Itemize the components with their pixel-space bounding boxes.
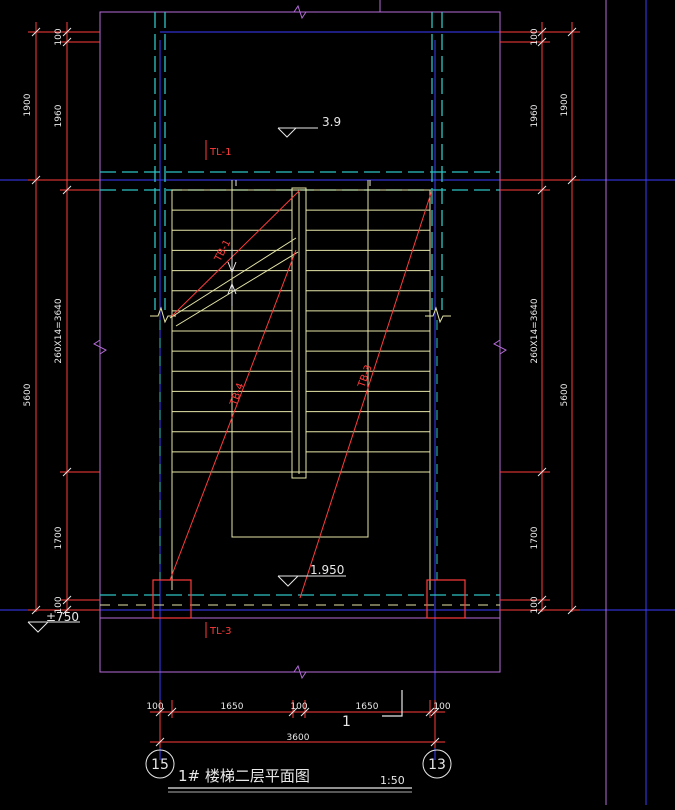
break-marks bbox=[93, 4, 507, 680]
dim-right-outer-total: 1900 bbox=[560, 93, 570, 116]
level-bottom-triangle bbox=[27, 621, 49, 633]
grid-bubble-right-label: 13 bbox=[428, 757, 446, 773]
stair-treads bbox=[172, 209, 430, 453]
level-top-triangle bbox=[277, 127, 297, 138]
dims-left-ticks bbox=[31, 27, 72, 615]
level-top-value: 3.9 bbox=[322, 115, 341, 129]
grid-bubble-right: 13 bbox=[422, 749, 452, 779]
cut-line-b bbox=[175, 251, 299, 327]
dim-left-inner-b: 1960 bbox=[54, 104, 64, 127]
section-mark-label: 1 bbox=[342, 714, 351, 730]
drawing-scale: 1:50 bbox=[380, 774, 405, 787]
break-symbol-right bbox=[425, 306, 451, 324]
dim-bottom-total: 3600 bbox=[287, 733, 310, 743]
level-mid-triangle bbox=[277, 575, 299, 587]
beam-tag-top-label: TL-1 bbox=[209, 147, 231, 158]
landing-outline bbox=[231, 472, 369, 538]
dim-right-inner-e: 100 bbox=[530, 596, 540, 613]
dim-bottom-seg-2: 1650 bbox=[221, 702, 244, 712]
columns bbox=[152, 579, 466, 619]
flight-line-upper bbox=[171, 189, 301, 317]
stair-plan-drawing: TB-1 TB-4 TB-3 TL-1 TL-3 3.9 1.950 ±750 bbox=[0, 0, 675, 805]
dim-left-outer-total: 1900 bbox=[23, 93, 33, 116]
dim-left-inner-a: 100 bbox=[54, 28, 64, 45]
level-mid-value: 1.950 bbox=[310, 563, 344, 577]
dim-bottom-seg-5: 100 bbox=[433, 702, 450, 712]
beam-tag-bottom-label: TL-3 bbox=[209, 626, 231, 637]
dim-right-inner-c: 260X14=3640 bbox=[530, 298, 540, 364]
level-marker-mid: 1.950 bbox=[277, 563, 346, 587]
dim-bottom-seg-1: 100 bbox=[146, 702, 163, 712]
dim-right-inner-b: 1960 bbox=[530, 104, 540, 127]
cut-line bbox=[150, 237, 451, 327]
dim-right-inner-a: 100 bbox=[530, 28, 540, 45]
dim-left-outer-main: 5600 bbox=[23, 383, 33, 406]
level-marker-top: 3.9 bbox=[277, 115, 341, 138]
column-right bbox=[426, 579, 466, 619]
beam-tag-top: TL-1 bbox=[205, 140, 231, 160]
tag-flight-upper: TB-1 bbox=[212, 238, 233, 264]
dim-right-inner-d: 1700 bbox=[530, 526, 540, 549]
dim-left-inner-c: 260X14=3640 bbox=[54, 298, 64, 364]
dims-left-lines bbox=[28, 22, 100, 612]
dim-left-inner-d: 1700 bbox=[54, 526, 64, 549]
tag-flight-left: TB-4 bbox=[228, 382, 247, 408]
stair-outline bbox=[171, 180, 431, 590]
dims-right-ticks bbox=[537, 27, 577, 615]
beam-tag-bottom: TL-3 bbox=[205, 622, 231, 638]
dim-bottom-seg-3: 100 bbox=[290, 702, 307, 712]
dim-right-outer-main: 5600 bbox=[560, 383, 570, 406]
grid-bubble-left-label: 15 bbox=[151, 757, 169, 773]
dim-left-inner-e: 100 bbox=[54, 596, 64, 613]
drawing-title: 1# 楼梯二层平面图 bbox=[178, 767, 310, 785]
dim-bottom-seg-4: 1650 bbox=[356, 702, 379, 712]
cad-drawing-canvas: TB-1 TB-4 TB-3 TL-1 TL-3 3.9 1.950 ±750 bbox=[0, 0, 675, 805]
